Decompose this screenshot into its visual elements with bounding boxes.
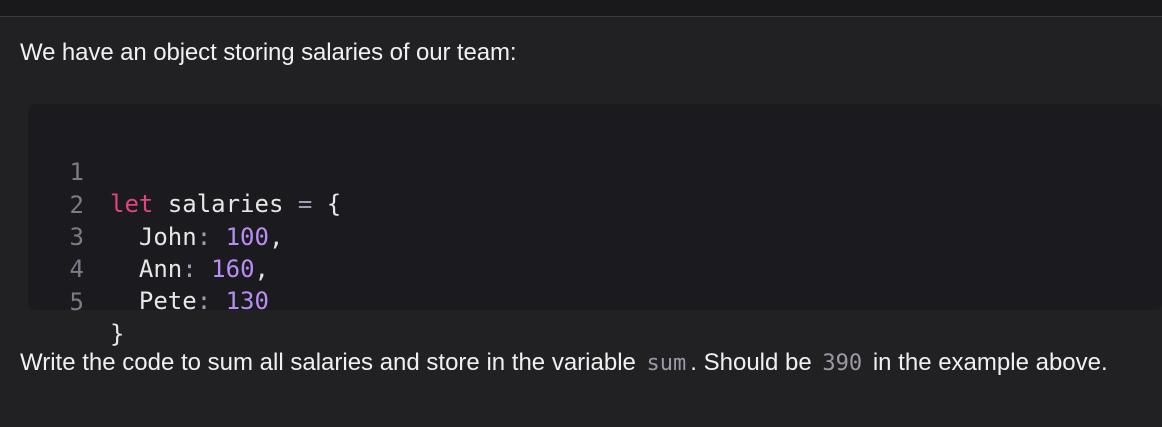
- property-key: Ann: [138, 255, 183, 283]
- code-line-1: 1 let salaries = {: [28, 124, 342, 218]
- task-text: Write the code to sum all salaries and s…: [20, 349, 1108, 376]
- assign-operator: =: [297, 190, 313, 218]
- top-divider-bar: [0, 0, 1162, 17]
- code-block: 1 let salaries = { 2 John: 100, 3 Ann: 1…: [28, 104, 1162, 348]
- intro-text: We have an object storing salaries of ou…: [20, 39, 517, 66]
- inline-code-sum: sum: [646, 351, 687, 376]
- property-key: John: [138, 223, 197, 251]
- inline-code-390: 390: [822, 351, 863, 376]
- keyword-let: let: [110, 190, 154, 218]
- open-brace: {: [326, 190, 342, 218]
- code-line-5: 5 }: [28, 254, 125, 348]
- number-value: 160: [211, 255, 255, 283]
- number-value: 100: [225, 223, 269, 251]
- code-line-3: 3 Ann: 160,: [28, 189, 269, 283]
- line-number: 5: [69, 288, 84, 316]
- number-value: 130: [225, 287, 269, 315]
- code-line-2: 2 John: 100,: [28, 157, 284, 251]
- code-line-4: 4 Pete: 130: [28, 221, 269, 315]
- variable-name: salaries: [167, 190, 284, 218]
- property-key: Pete: [138, 287, 197, 315]
